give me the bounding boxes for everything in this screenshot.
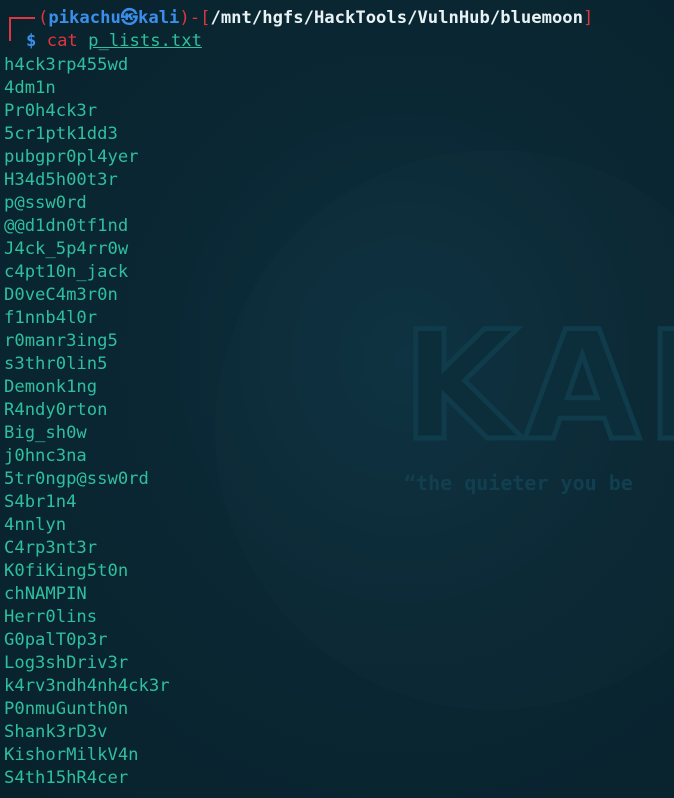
kali-watermark-tagline: “the quieter you be <box>404 471 633 495</box>
command-output: h4ck3rp455wd 4dm1n Pr0h4ck3r 5cr1ptk1dd3 pub… <box>4 54 170 790</box>
terminal-window[interactable]: KAL “the quieter you be (pikachu㉿kali)-[… <box>0 0 674 798</box>
output-line: h4ck3rp455wd <box>4 55 129 75</box>
output-line: c4pt10n_jack <box>4 262 129 282</box>
output-line: 5cr1ptk1dd3 <box>4 124 118 144</box>
output-line: chNAMPIN <box>4 584 87 604</box>
prompt-path: /mnt/hgfs/HackTools/VulnHub/bluemoon <box>210 8 584 28</box>
prompt-dash: - <box>189 8 201 28</box>
kali-at-icon: ㉿ <box>120 8 138 28</box>
output-line: H34d5h00t3r <box>4 170 118 190</box>
output-line: Herr0lins <box>4 607 98 627</box>
prompt-host: kali <box>138 8 180 28</box>
output-line: p@ssw0rd <box>4 193 87 213</box>
output-line: Shank3rD3v <box>4 722 108 742</box>
output-line: 5tr0ngp@ssw0rd <box>4 469 149 489</box>
output-line: C4rp3nt3r <box>4 538 98 558</box>
command-argument: p_lists.txt <box>88 31 202 51</box>
prompt-open-paren: ( <box>38 8 49 28</box>
output-line: Demonk1ng <box>4 377 98 397</box>
prompt-open-bracket: [ <box>200 8 211 28</box>
prompt-close-bracket: ] <box>583 8 594 28</box>
output-line: f1nnb4l0r <box>4 308 98 328</box>
output-line: K0fiKing5t0n <box>4 561 129 581</box>
output-line: r0manr3ing5 <box>4 331 118 351</box>
output-line: 4dm1n <box>4 78 56 98</box>
output-line: Pr0h4ck3r <box>4 101 98 121</box>
output-line: Log3shDriv3r <box>4 653 129 673</box>
prompt-close-paren: ) <box>179 8 190 28</box>
output-line: s3thr0lin5 <box>4 354 108 374</box>
prompt-user: pikachu <box>48 8 121 28</box>
command-line[interactable]: $ cat p_lists.txt <box>0 30 202 53</box>
output-line: 4nnlyn <box>4 515 67 535</box>
output-line: k4rv3ndh4nh4ck3r <box>4 676 170 696</box>
output-line: J4ck_5p4rr0w <box>4 239 129 259</box>
output-line: S4br1n4 <box>4 492 77 512</box>
kali-watermark-logo: KAL <box>400 300 674 474</box>
output-line: Big_sh0w <box>4 423 87 443</box>
prompt-dollar: $ <box>26 31 37 51</box>
output-line: G0palT0p3r <box>4 630 108 650</box>
command-name: cat <box>46 31 78 51</box>
prompt-header: (pikachu㉿kali)-[/mnt/hgfs/HackTools/Vuln… <box>0 7 593 30</box>
output-line: P0nmuGunth0n <box>4 699 129 719</box>
output-line: KishorMilkV4n <box>4 745 139 765</box>
output-line: S4th15hR4cer <box>4 768 129 788</box>
output-line: @@d1dn0tf1nd <box>4 216 129 236</box>
output-line: pubgpr0pl4yer <box>4 147 139 167</box>
output-line: R4ndy0rton <box>4 400 108 420</box>
output-line: j0hnc3na <box>4 446 87 466</box>
output-line: D0veC4m3r0n <box>4 285 118 305</box>
